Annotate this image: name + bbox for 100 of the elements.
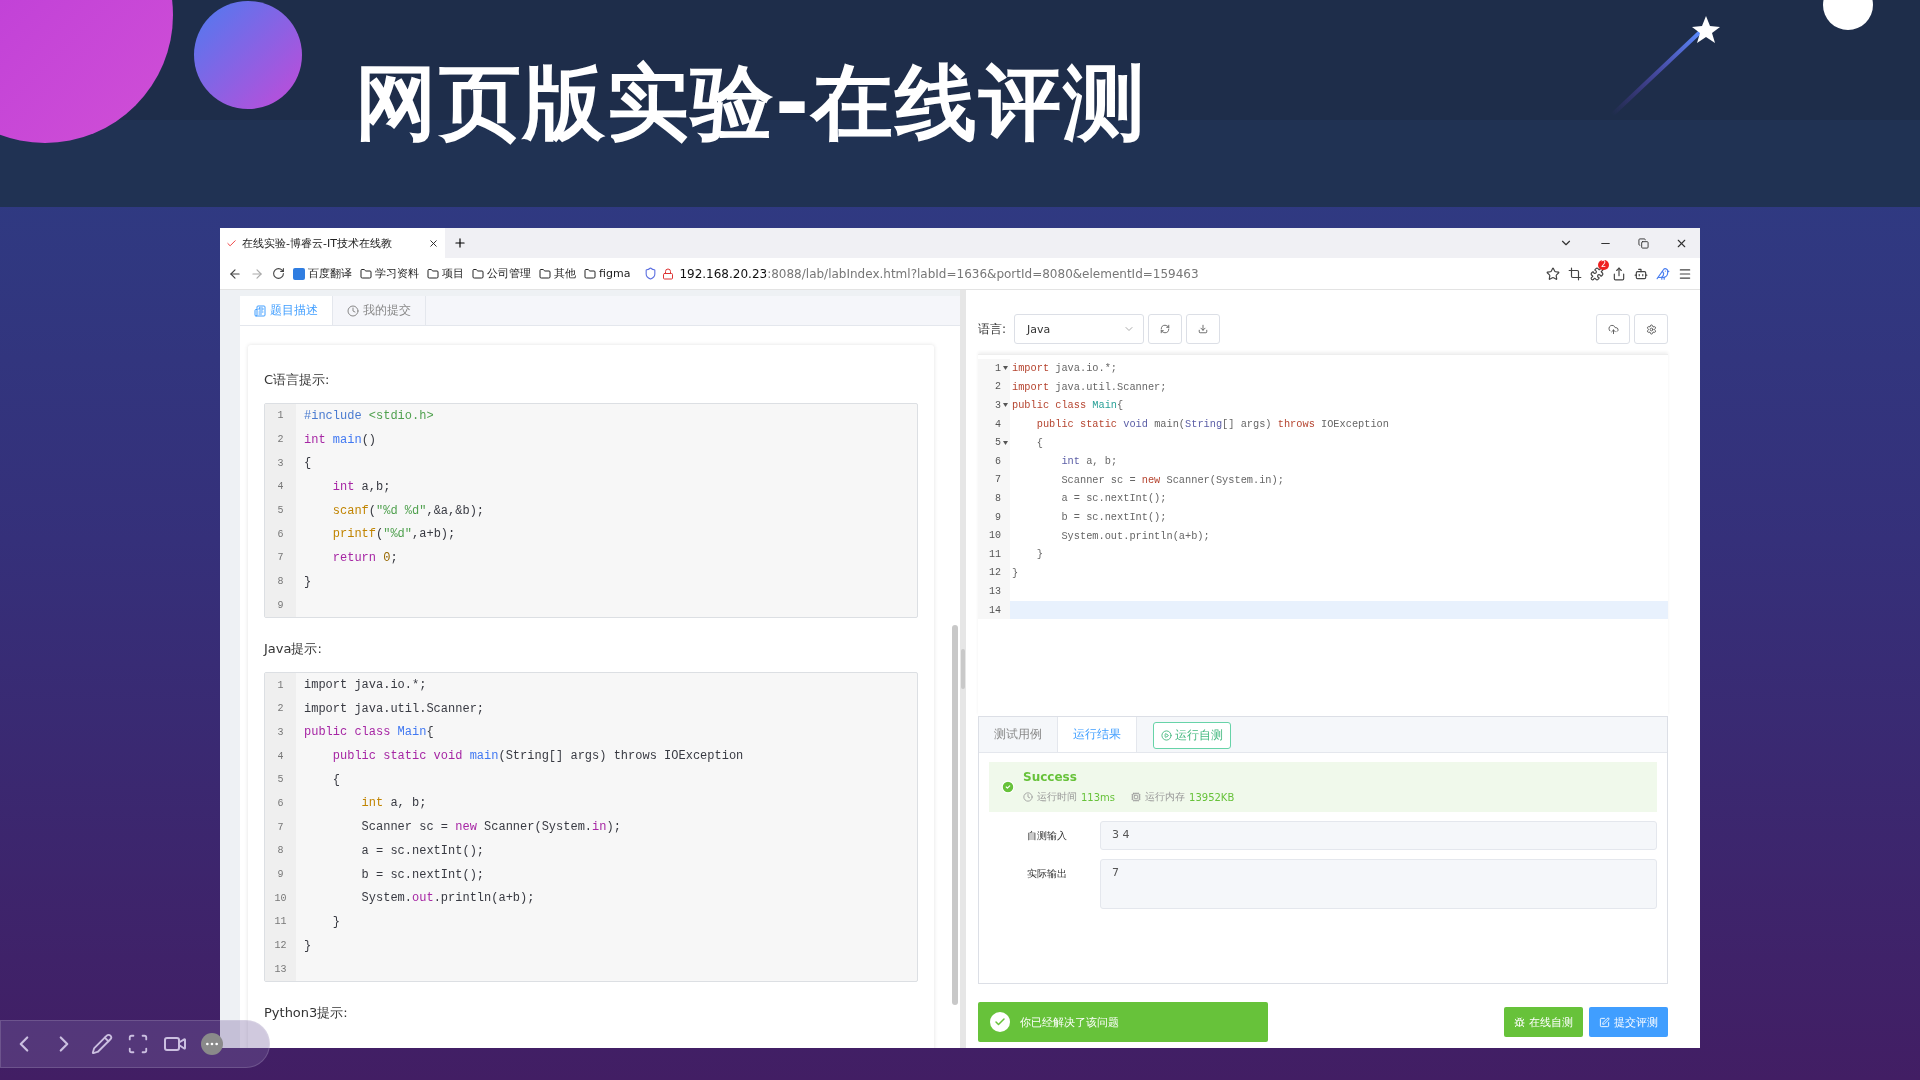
folder-icon (539, 267, 551, 280)
code-line: b = sc.nextInt(); (1060, 511, 1167, 524)
crop-icon[interactable] (1568, 266, 1582, 281)
line-number: 5 (995, 437, 1001, 449)
bookmark[interactable]: 公司管理 (472, 266, 531, 281)
code-line: } (303, 938, 312, 953)
restore-icon[interactable] (1638, 237, 1649, 249)
bird-icon[interactable] (1656, 266, 1670, 281)
code-line: import java.util.Scanner; (303, 701, 485, 716)
section-heading: Java提示: (264, 640, 323, 659)
slide-title: 网页版实验-在线评测 (355, 53, 1148, 152)
bookmark-star-icon[interactable] (1546, 266, 1560, 281)
line-number: 10 (989, 530, 1001, 542)
code-line: import java.io.*; (303, 678, 427, 693)
browser-tab[interactable]: 在线实验-博睿云-IT技术在线教 (220, 228, 445, 258)
section-heading: Python3提示: (264, 1004, 349, 1023)
code-line: int a, b; (360, 796, 427, 811)
line-number: 9 (995, 511, 1001, 523)
output-field[interactable]: 7 (1100, 859, 1657, 909)
back-icon[interactable] (228, 266, 242, 281)
bookmark[interactable]: 百度翻译 (293, 266, 352, 281)
line-number: 6 (265, 522, 296, 547)
line-number: 7 (265, 546, 296, 570)
folder-icon (584, 267, 596, 280)
share-icon[interactable] (1612, 266, 1626, 281)
metric-label: 运行时间 (1037, 790, 1077, 804)
robot-icon[interactable] (1634, 266, 1648, 281)
panel-tab[interactable]: 我的提交 (333, 296, 426, 325)
play-icon (1161, 730, 1172, 741)
reset-button[interactable] (1148, 314, 1183, 344)
settings-button[interactable] (1634, 314, 1668, 344)
line-number: 1 (995, 362, 1001, 374)
line-number: 2 (265, 696, 296, 721)
close-tab-icon[interactable] (428, 237, 439, 249)
code-line: int a,b; (331, 479, 391, 494)
site-icon (226, 237, 237, 249)
code-line: public static void main(String[] args) throws IOException (331, 749, 744, 764)
fold-icon[interactable] (1003, 366, 1008, 371)
line-number: 4 (265, 744, 296, 768)
code-line: public class Main{ (1012, 399, 1124, 412)
menu-icon[interactable] (1678, 266, 1692, 281)
language-label: 语言: (978, 320, 1007, 338)
new-tab-icon[interactable] (453, 236, 467, 250)
fold-icon[interactable] (1003, 403, 1008, 408)
bookmark[interactable]: figma (584, 267, 631, 280)
line-number: 3 (995, 400, 1001, 411)
folder-icon (427, 267, 439, 280)
code-line: System.out.println(a+b); (1060, 529, 1210, 542)
extension-icon[interactable] (1590, 266, 1604, 281)
resize-handle[interactable] (961, 649, 965, 689)
more-icon[interactable] (201, 1033, 223, 1055)
code-line: Scanner sc = new Scanner(System.in); (360, 820, 621, 835)
download-icon (1198, 324, 1209, 334)
fold-icon[interactable] (1003, 440, 1008, 445)
app-icon (293, 267, 305, 280)
code-line: { (303, 456, 312, 471)
line-number: 1 (265, 673, 296, 697)
section-heading: C语言提示: (264, 371, 331, 389)
code-line: scanf("%d %d",&a,&b); (331, 503, 485, 518)
line-number: 8 (995, 492, 1001, 504)
check-icon (990, 1012, 1010, 1032)
line-number: 1 (265, 404, 296, 428)
scrollbar-thumb[interactable] (952, 625, 958, 1005)
solved-message: 你已经解决了该问题 (1020, 1014, 1119, 1030)
line-number: 9 (265, 593, 296, 618)
metric-value: 13952KB (1189, 791, 1235, 803)
language-select[interactable]: Java (1014, 314, 1145, 344)
bookmark[interactable]: 学习资料 (360, 266, 419, 281)
line-number: 13 (265, 957, 296, 982)
notification-badge: 2 (1597, 259, 1609, 270)
code-line: { (331, 772, 340, 787)
bookmark[interactable]: 其他 (539, 266, 576, 281)
zoom-icon[interactable] (127, 1033, 149, 1055)
line-number: 5 (265, 498, 296, 523)
code-line: System.out.println(a+b); (360, 891, 535, 906)
line-number: 4 (995, 418, 1001, 430)
metric-label: 运行内存 (1145, 790, 1186, 804)
reload-icon[interactable] (272, 267, 285, 280)
line-number: 6 (265, 791, 296, 816)
settings-icon (1645, 323, 1657, 335)
pen-icon[interactable] (91, 1033, 113, 1055)
edit-icon (1599, 1016, 1610, 1028)
code-line: a = sc.nextInt(); (1060, 492, 1167, 505)
line-number: 12 (989, 567, 1001, 579)
line-number: 2 (265, 427, 296, 452)
lock-icon (662, 267, 675, 280)
code-line: printf("%d",a+b); (331, 527, 456, 542)
field-label: 实际输出 (1026, 867, 1068, 881)
line-number: 3 (265, 720, 296, 745)
code-line: } (1035, 548, 1043, 561)
code-line: return 0; (331, 550, 398, 565)
output-field[interactable]: 3 4 (1100, 821, 1657, 850)
folder-icon (360, 267, 372, 280)
bug-icon (1514, 1016, 1525, 1028)
status-text: Success (1023, 770, 1078, 784)
list-icon (254, 304, 266, 317)
line-number: 7 (265, 815, 296, 839)
code-line: { (1035, 436, 1043, 449)
address-field[interactable]: 192.168.20.23:8088/lab/labIndex.html?labId=1636&portId=8080&elementId=159463 (679, 266, 1199, 281)
bookmark[interactable]: 项目 (427, 266, 464, 281)
